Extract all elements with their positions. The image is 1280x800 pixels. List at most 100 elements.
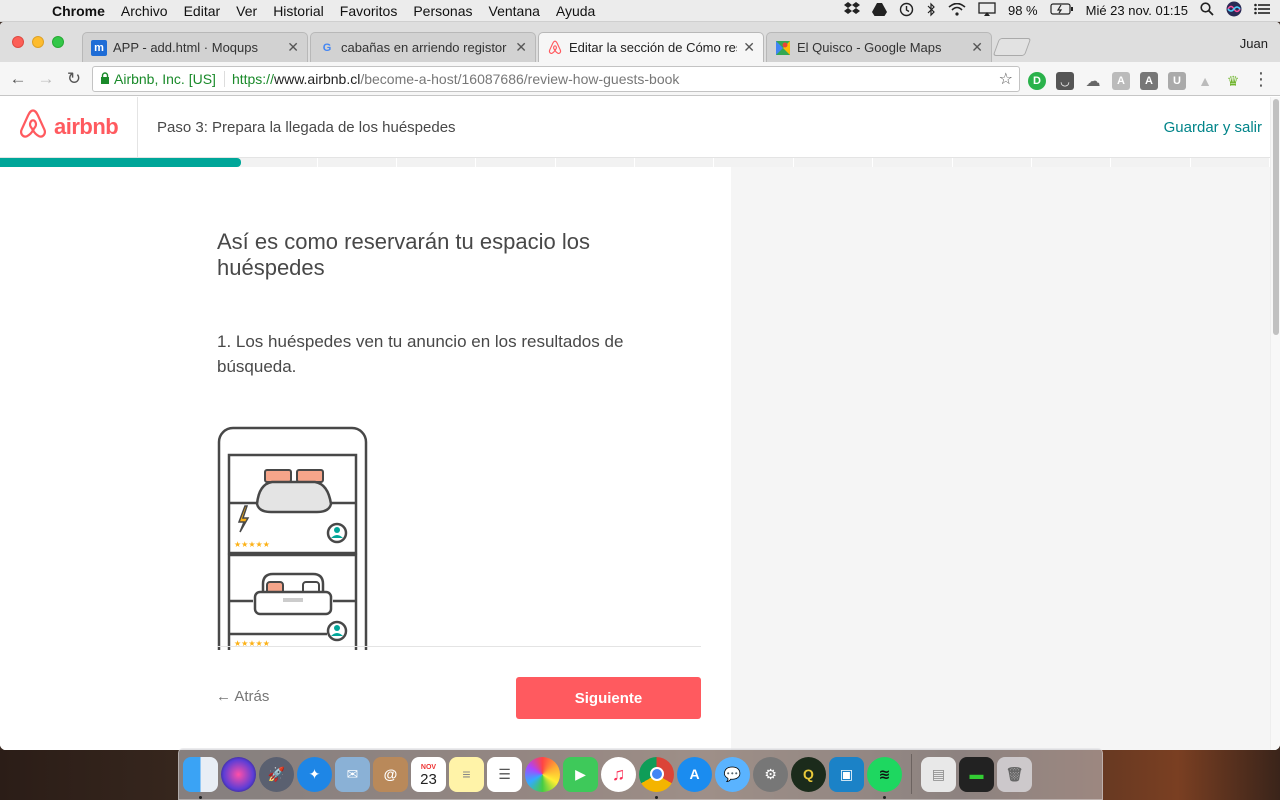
reload-icon[interactable]: ↻	[60, 69, 88, 89]
terminal-window-icon[interactable]: ▬	[959, 756, 994, 792]
menu-editar[interactable]: Editar	[176, 3, 229, 19]
mail-icon[interactable]: ✉	[335, 756, 370, 792]
menu-app-name[interactable]: Chrome	[44, 3, 113, 19]
url-text[interactable]: https://www.airbnb.cl/become-a-host/1608…	[225, 71, 679, 87]
new-tab-button[interactable]	[992, 38, 1032, 56]
tab-google-search[interactable]: G cabañas en arriendo registor - ✕	[310, 32, 536, 62]
wifi-icon[interactable]	[948, 2, 966, 19]
tab-close-icon[interactable]: ✕	[971, 39, 983, 56]
app-store-icon[interactable]: A	[677, 756, 712, 792]
save-and-exit-link[interactable]: Guardar y salir	[1164, 119, 1270, 136]
tab-title: Editar la sección de Cómo rese	[569, 40, 738, 55]
cloud-extension-icon[interactable]: ☁	[1084, 72, 1102, 90]
photos-icon[interactable]	[525, 756, 560, 792]
safari-icon[interactable]: ✦	[297, 756, 332, 792]
menu-personas[interactable]: Personas	[405, 3, 480, 19]
trash-icon[interactable]: 🗑	[997, 756, 1032, 792]
documents-folder-icon[interactable]: ▤	[921, 756, 956, 792]
airbnb-belo-icon	[18, 108, 48, 146]
tab-google-maps[interactable]: El Quisco - Google Maps ✕	[766, 32, 992, 62]
menu-ayuda[interactable]: Ayuda	[548, 3, 603, 19]
system-preferences-icon[interactable]: ⚙	[753, 756, 788, 792]
menubar-status-area: 98 % Mié 23 nov. 01:15	[843, 1, 1280, 20]
left-column: Así es como reservarán tu espacio los hu…	[0, 167, 731, 750]
step-content: Así es como reservarán tu espacio los hu…	[217, 229, 701, 379]
facetime-icon[interactable]: ▶	[563, 756, 598, 792]
menu-ver[interactable]: Ver	[228, 3, 265, 19]
ev-certificate-label[interactable]: Airbnb, Inc. [US]	[114, 71, 225, 87]
menu-ventana[interactable]: Ventana	[481, 3, 548, 19]
close-window-button[interactable]	[12, 36, 24, 48]
messages-icon[interactable]: 💬	[715, 756, 750, 792]
grammarly-extension-icon[interactable]: D	[1028, 72, 1046, 90]
launchpad-icon[interactable]: 🚀	[259, 756, 294, 792]
bookmark-star-icon[interactable]: ☆	[999, 69, 1013, 89]
siri-dock-icon[interactable]	[221, 756, 256, 792]
progress-segment	[714, 158, 794, 167]
drive-extension-icon[interactable]: ▲	[1196, 72, 1214, 90]
secure-lock-icon[interactable]	[100, 71, 110, 87]
window-controls	[12, 36, 64, 48]
tab-strip: m APP - add.html · Moqups ✕ G cabañas en…	[0, 22, 1280, 62]
finder-icon[interactable]	[183, 756, 218, 799]
qgis-icon[interactable]: Q	[791, 756, 826, 792]
chrome-dock-icon[interactable]	[639, 756, 674, 799]
contacts-icon[interactable]: @	[373, 756, 408, 792]
fullscreen-window-button[interactable]	[52, 36, 64, 48]
siri-icon[interactable]	[1226, 1, 1242, 20]
airbnb-page: airbnb Paso 3: Prepara la llegada de los…	[0, 97, 1280, 750]
menu-favoritos[interactable]: Favoritos	[332, 3, 406, 19]
notification-center-icon[interactable]	[1254, 3, 1270, 18]
dock-separator	[911, 754, 912, 794]
angular-batarang-icon[interactable]: A	[1140, 72, 1158, 90]
tab-close-icon[interactable]: ✕	[515, 39, 527, 56]
spotlight-search-icon[interactable]	[1200, 2, 1214, 19]
url-host: www.airbnb.cl	[273, 71, 361, 87]
ublock-extension-icon[interactable]: U	[1168, 72, 1186, 90]
battery-icon[interactable]	[1050, 3, 1074, 18]
back-link[interactable]: ← Atrás	[216, 688, 269, 705]
back-arrow-icon[interactable]: ←	[4, 69, 32, 89]
tab-airbnb-active[interactable]: Editar la sección de Cómo rese ✕	[538, 32, 764, 62]
page-scrollbar[interactable]	[1270, 97, 1280, 750]
google-drive-icon[interactable]	[871, 2, 887, 19]
minimize-window-button[interactable]	[32, 36, 44, 48]
crown-extension-icon[interactable]: ♛	[1224, 72, 1242, 90]
spotify-icon[interactable]: ≋	[867, 756, 902, 799]
menu-historial[interactable]: Historial	[265, 3, 332, 19]
progress-segment	[1111, 158, 1191, 167]
bluetooth-icon[interactable]	[926, 2, 936, 20]
progress-segment	[1191, 158, 1270, 167]
scrollbar-thumb[interactable]	[1273, 99, 1279, 335]
pocket-extension-icon[interactable]: ◡	[1056, 72, 1074, 90]
address-bar[interactable]: Airbnb, Inc. [US] https://www.airbnb.cl/…	[92, 66, 1020, 92]
sourcetree-icon[interactable]: ▣	[829, 756, 864, 792]
time-machine-icon[interactable]	[899, 2, 914, 20]
menubar-clock[interactable]: Mié 23 nov. 01:15	[1086, 3, 1188, 18]
airbnb-logo[interactable]: airbnb	[0, 97, 138, 158]
reminders-icon[interactable]: ☰	[487, 756, 522, 792]
footer-divider	[217, 646, 701, 647]
menu-archivo[interactable]: Archivo	[113, 3, 176, 19]
tab-close-icon[interactable]: ✕	[287, 39, 299, 56]
notes-icon[interactable]: ≡	[449, 756, 484, 792]
airbnb-header: airbnb Paso 3: Prepara la llegada de los…	[0, 97, 1270, 158]
dropbox-icon[interactable]	[843, 2, 860, 19]
tab-close-icon[interactable]: ✕	[743, 39, 755, 56]
progress-segment	[635, 158, 715, 167]
angular-extension-icon[interactable]: A	[1112, 72, 1130, 90]
progress-bar	[0, 158, 1270, 167]
tab-moqups[interactable]: m APP - add.html · Moqups ✕	[82, 32, 308, 62]
chrome-menu-icon[interactable]: ⋮	[1252, 69, 1270, 90]
google-favicon-icon: G	[322, 41, 332, 54]
airplay-icon[interactable]	[978, 2, 996, 19]
next-button[interactable]: Siguiente	[516, 677, 701, 719]
forward-arrow-icon[interactable]: →	[32, 69, 60, 89]
progress-segment	[953, 158, 1032, 167]
progress-segment	[794, 158, 874, 167]
progress-segment	[1032, 158, 1112, 167]
profile-name[interactable]: Juan	[1240, 36, 1268, 51]
right-column-panel	[731, 167, 1270, 750]
calendar-icon[interactable]: NOV 23	[411, 756, 446, 792]
itunes-icon[interactable]: ♫	[601, 756, 636, 792]
